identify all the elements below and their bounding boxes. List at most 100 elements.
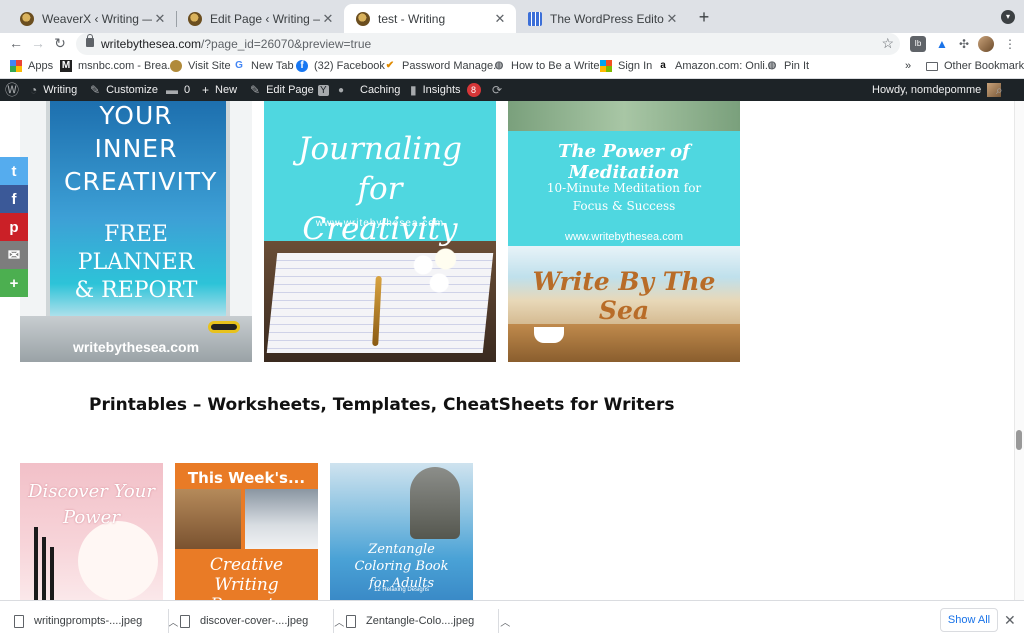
address-bar[interactable]: writebythesea.com/?page_id=26070&preview… bbox=[76, 33, 900, 55]
admin-new[interactable]: + New bbox=[202, 79, 237, 101]
admin-seo-status[interactable]: ● bbox=[338, 79, 350, 101]
extension-icon[interactable]: Ib bbox=[910, 36, 926, 52]
bookmark-apps[interactable]: Apps bbox=[10, 60, 53, 72]
wp-admin-bar: Ⓦ ◔ Writing ✎ Customize ▬ 0 + New ✎ Edit… bbox=[0, 79, 1024, 101]
comment-bubble-icon: ▬ bbox=[166, 83, 178, 97]
url-path: /?page_id=26070&preview=true bbox=[201, 37, 372, 51]
card-subtitle: FREE PLANNER & REPORT bbox=[74, 222, 198, 303]
bookmark-label: Password Manage... bbox=[402, 60, 503, 72]
tab-wordpress-editor[interactable]: The WordPress Editor: Everything ✕ bbox=[516, 4, 688, 33]
twitter-icon: t bbox=[11, 162, 17, 180]
file-icon bbox=[180, 614, 190, 628]
sync-icon: ⟳ bbox=[492, 83, 503, 97]
new-label: New bbox=[215, 84, 238, 96]
extension-flag-icon[interactable]: ▲ bbox=[934, 36, 950, 52]
amazon-icon: a bbox=[660, 60, 666, 71]
admin-site-name[interactable]: ◔ Writing bbox=[30, 79, 77, 101]
microsoft-icon bbox=[600, 60, 612, 72]
dashboard-icon: ◔ bbox=[30, 83, 38, 97]
admin-insights[interactable]: ▮ Insights 8 bbox=[410, 79, 481, 101]
yoast-icon: Y bbox=[318, 84, 329, 96]
admin-search[interactable]: ⌕ bbox=[996, 79, 1009, 101]
tab-close-icon[interactable]: ✕ bbox=[152, 11, 168, 27]
tab-edit-page[interactable]: Edit Page ‹ Writing — WordPress ✕ bbox=[176, 4, 344, 33]
admin-site-label: Writing bbox=[43, 84, 78, 96]
admin-howdy[interactable]: Howdy, nomdepomme bbox=[872, 79, 1002, 101]
card-journaling-creativity[interactable]: Journaling for Creativity www.writebythe… bbox=[264, 101, 496, 362]
back-arrow-icon[interactable]: ← bbox=[8, 35, 24, 51]
bookmark-label: (32) Facebook bbox=[314, 60, 385, 72]
download-item[interactable]: Zentangle-Colo....jpeg ︿ bbox=[346, 608, 510, 634]
tab-search-chevron-icon[interactable]: ▾ bbox=[1001, 10, 1015, 24]
more-share-button[interactable]: + bbox=[0, 269, 28, 297]
download-divider bbox=[498, 609, 499, 633]
card-zentangle-coloring-book[interactable]: Zentangle Coloring Book for Adults 12 Re… bbox=[330, 463, 473, 600]
card-title: Zentangle Coloring Book for Adults bbox=[354, 542, 449, 591]
download-filename: Zentangle-Colo....jpeg bbox=[366, 615, 475, 627]
admin-yoast[interactable]: Y bbox=[318, 79, 335, 101]
page-scrollbar[interactable] bbox=[1014, 101, 1024, 600]
profile-avatar[interactable] bbox=[978, 36, 994, 52]
other-bookmarks-folder[interactable]: Other Bookmarks bbox=[926, 60, 1024, 72]
checkmark-icon: ✔ bbox=[385, 60, 395, 71]
snowy-street-photo bbox=[245, 489, 318, 549]
scrollbar-thumb[interactable] bbox=[1016, 430, 1022, 450]
tab-weaverx[interactable]: WeaverX ‹ Writing — WordPress ✕ bbox=[8, 4, 176, 33]
admin-edit-page[interactable]: ✎ Edit Page bbox=[250, 79, 314, 101]
card-inner-creativity[interactable]: YOUR INNER CREATIVITY FREE PLANNER & REP… bbox=[20, 101, 252, 362]
close-icon[interactable]: ✕ bbox=[1004, 612, 1016, 629]
card-subtitle: 10-Minute Meditation for Focus & Success bbox=[546, 181, 702, 213]
buddha-statue-graphic bbox=[410, 467, 460, 539]
card-discover-your-power[interactable]: Discover Your Power bbox=[20, 463, 163, 600]
admin-comments[interactable]: ▬ 0 bbox=[166, 79, 190, 101]
email-share-button[interactable]: ✉ bbox=[0, 241, 28, 269]
card-creative-writing-prompts[interactable]: This Week's... Creative Writing Prompts bbox=[175, 463, 318, 600]
bookmark-facebook[interactable]: f (32) Facebook bbox=[296, 60, 385, 72]
url-text: writebythesea.com/?page_id=26070&preview… bbox=[101, 37, 371, 51]
admin-caching[interactable]: Caching bbox=[360, 79, 400, 101]
facebook-share-button[interactable]: f bbox=[0, 185, 28, 213]
chevron-up-icon[interactable]: ︿ bbox=[168, 614, 178, 629]
new-tab-plus-icon[interactable]: + bbox=[694, 7, 714, 28]
card-subtitle: 12 Relaxing Designs bbox=[373, 587, 430, 593]
twitter-share-button[interactable]: t bbox=[0, 157, 28, 185]
bookmark-label: msnbc.com - Brea... bbox=[78, 60, 177, 72]
card-power-of-meditation[interactable]: The Power of Meditation 10-Minute Medita… bbox=[508, 101, 740, 362]
admin-sync[interactable]: ⟳ bbox=[492, 79, 508, 101]
admin-customize[interactable]: ✎ Customize bbox=[90, 79, 158, 101]
bookmark-password-manager[interactable]: ✔ Password Manage... bbox=[384, 60, 502, 72]
bookmark-how-to-be-a-writer[interactable]: ◍ How to Be a Write... bbox=[493, 60, 609, 72]
edit-page-label: Edit Page bbox=[266, 84, 314, 96]
card-url: www.writebythesea.com bbox=[565, 231, 683, 243]
bookmark-star-icon[interactable]: ☆ bbox=[881, 35, 894, 52]
overflow-chevron-icon: » bbox=[905, 60, 912, 72]
tab-test-writing[interactable]: test - Writing ✕ bbox=[344, 4, 516, 33]
browser-menu-icon[interactable]: ⋮ bbox=[1002, 36, 1018, 52]
show-all-button[interactable]: Show All bbox=[940, 608, 998, 632]
reload-icon[interactable]: ↻ bbox=[52, 35, 68, 52]
bookmark-pin-it[interactable]: ◍ Pin It bbox=[766, 60, 809, 72]
download-item[interactable]: discover-cover-....jpeg ︿ bbox=[180, 608, 344, 634]
forward-arrow-icon[interactable]: → bbox=[30, 35, 46, 51]
section-heading: Printables – Worksheets, Templates, Chea… bbox=[89, 395, 675, 415]
plus-icon: + bbox=[202, 83, 210, 97]
pinterest-share-button[interactable]: p bbox=[0, 213, 28, 241]
bookmark-new-tab[interactable]: G New Tab bbox=[233, 60, 294, 72]
chevron-up-icon[interactable]: ︿ bbox=[334, 614, 344, 629]
tab-close-icon[interactable]: ✕ bbox=[320, 11, 336, 27]
tab-close-icon[interactable]: ✕ bbox=[492, 11, 508, 27]
extensions-puzzle-icon[interactable]: ✣ bbox=[956, 36, 972, 52]
folder-icon bbox=[926, 61, 938, 71]
bookmarks-overflow-button[interactable]: » bbox=[905, 60, 911, 72]
bookmark-amazon[interactable]: a Amazon.com: Onli... bbox=[657, 60, 774, 72]
bamboo-graphic bbox=[34, 527, 38, 600]
chevron-up-icon[interactable]: ︿ bbox=[500, 614, 510, 629]
bookmark-visit-site[interactable]: Visit Site bbox=[170, 60, 231, 72]
bookmark-msnbc[interactable]: M msnbc.com - Brea... bbox=[60, 60, 176, 72]
wordpress-logo-button[interactable]: Ⓦ bbox=[5, 79, 25, 101]
downloads-bar: writingprompts-....jpeg ︿ discover-cover… bbox=[0, 600, 1024, 640]
download-item[interactable]: writingprompts-....jpeg ︿ bbox=[14, 608, 178, 634]
email-icon: ✉ bbox=[7, 247, 21, 264]
tab-close-icon[interactable]: ✕ bbox=[664, 11, 680, 27]
bookmark-sign-in[interactable]: Sign In bbox=[600, 60, 652, 72]
